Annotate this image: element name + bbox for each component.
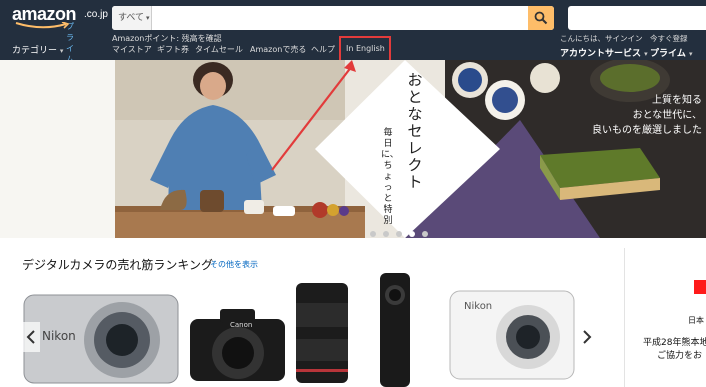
- search-button[interactable]: [528, 6, 554, 30]
- search-category-select[interactable]: すべて ▾: [112, 6, 152, 30]
- side-panel-line2[interactable]: 平成28年熊本地: [643, 335, 706, 348]
- carousel-dot[interactable]: [383, 231, 389, 237]
- hero-tagline-line: 上質を知る: [652, 95, 702, 106]
- carousel-dot[interactable]: [422, 231, 428, 237]
- category-label: カテゴリー: [12, 46, 58, 56]
- promo-box[interactable]: [568, 6, 706, 30]
- hero-subtitle: 毎日に、ちょっと特別: [381, 128, 399, 226]
- prime-signup: 今すぐ登録: [650, 34, 688, 43]
- side-panel-red-badge: [694, 280, 706, 294]
- carousel-dot-active[interactable]: [409, 231, 415, 237]
- product-camera-nikon-silver[interactable]: Nikon: [22, 285, 180, 385]
- side-panel-line3: ご協力をお: [657, 351, 703, 361]
- hero-artwork: [0, 60, 706, 238]
- highlight-box: [339, 36, 391, 63]
- svg-text:Canon: Canon: [230, 321, 252, 329]
- carousel-prev-button[interactable]: [22, 322, 40, 352]
- product-camera-nikon-white[interactable]: Nikon: [448, 287, 576, 382]
- prime-label: プライム: [650, 49, 686, 59]
- svg-text:Nikon: Nikon: [464, 301, 492, 312]
- hero-title: おとなセレクト: [407, 71, 423, 191]
- hero-tagline-line: おとな世代に、: [632, 110, 702, 121]
- chevron-down-icon: ▾: [688, 50, 693, 58]
- product-lens[interactable]: [292, 283, 352, 387]
- logo-domain: .co.jp: [84, 9, 108, 20]
- carousel-dots: [370, 222, 435, 238]
- chevron-down-icon: ▾: [644, 50, 648, 58]
- chevron-down-icon: ▾: [59, 47, 64, 55]
- nav-link-sell[interactable]: Amazonで売る: [250, 44, 306, 55]
- see-more-link[interactable]: その他を表示: [210, 259, 258, 270]
- ranking-title: デジタルカメラの売れ筋ランキング: [22, 258, 214, 272]
- nav-link-timesale[interactable]: タイムセール: [195, 44, 243, 55]
- category-menu[interactable]: カテゴリー ▾: [12, 43, 63, 56]
- carousel-next-button[interactable]: [578, 322, 596, 352]
- hero-tagline: 上質を知る おとな世代に、 良いものを厳選しました: [572, 93, 702, 138]
- hero-banner[interactable]: おとなセレクト 毎日に、ちょっと特別 上質を知る おとな世代に、 良いものを厳選…: [0, 60, 706, 238]
- logo-smile-icon: [15, 22, 70, 29]
- nav-link-help[interactable]: ヘルプ: [311, 44, 335, 55]
- account-greeting: こんにちは、サインイン: [560, 34, 643, 43]
- account-label: アカウントサービス: [560, 49, 642, 59]
- points-link[interactable]: Amazonポイント: 残高を確認: [112, 33, 222, 44]
- hero-tagline-line: 良いものを厳選しました: [592, 125, 702, 136]
- search-bar: すべて ▾: [112, 6, 554, 30]
- nav-link-mystore[interactable]: マイストア: [112, 44, 152, 55]
- carousel-dot[interactable]: [370, 231, 376, 237]
- side-panel-line1: 日本: [688, 316, 704, 325]
- account-menu[interactable]: こんにちは、サインイン アカウントサービス ▾: [560, 33, 648, 59]
- nav-link-gift-card[interactable]: ギフト券: [157, 44, 189, 55]
- amazon-logo[interactable]: amazon .co.jp プライム: [12, 4, 108, 64]
- chevron-left-icon: [26, 330, 35, 344]
- carousel-dot[interactable]: [396, 231, 402, 237]
- search-category-label: すべて: [118, 13, 145, 23]
- prime-menu[interactable]: 今すぐ登録 プライム ▾: [650, 33, 692, 59]
- product-camera-canon-dslr[interactable]: Canon: [190, 305, 285, 385]
- chevron-down-icon: ▾: [146, 14, 150, 22]
- search-icon: [534, 11, 548, 25]
- product-camera-360[interactable]: [380, 273, 410, 387]
- svg-text:Nikon: Nikon: [42, 329, 76, 343]
- search-input[interactable]: [153, 6, 528, 30]
- chevron-right-icon: [583, 330, 592, 344]
